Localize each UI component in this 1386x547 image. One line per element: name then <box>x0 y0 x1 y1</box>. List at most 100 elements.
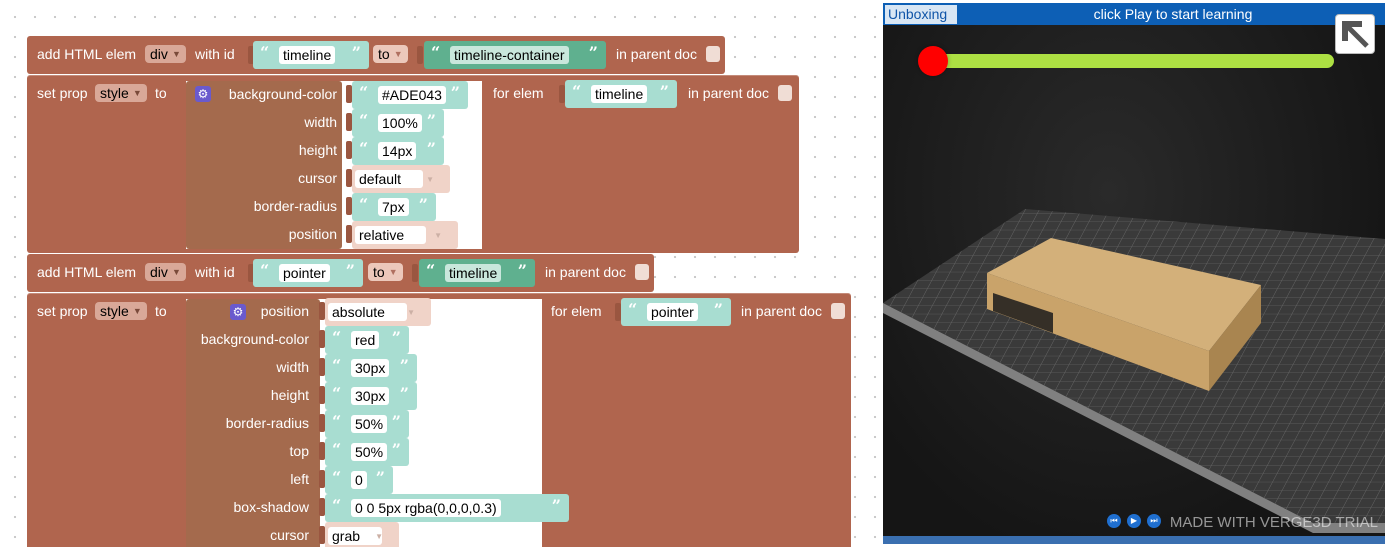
style-value[interactable]: 50% <box>351 443 388 461</box>
close-quote-icon: ” <box>551 496 561 515</box>
play-icon[interactable]: ▶ <box>1127 514 1141 528</box>
close-quote-icon: ” <box>351 43 361 62</box>
style-value-text-block[interactable]: “ 14px ” <box>352 137 444 165</box>
style-value: relative <box>355 226 427 244</box>
parent-id-text-block[interactable]: “ timeline ” <box>419 259 535 287</box>
style-prop-name: border-radius <box>253 198 337 214</box>
add-html-elem-block-pointer[interactable]: add HTML elem div ▼ with id “ pointer ” t… <box>27 254 654 292</box>
to-label: to <box>155 303 167 319</box>
for-elem-label: for elem <box>551 303 602 319</box>
in-parent-doc-label: in parent doc <box>616 46 697 62</box>
style-list-block[interactable]: ⚙ <box>186 81 342 249</box>
style-value[interactable]: 100% <box>378 114 422 132</box>
style-value-text-block[interactable]: “ 30px ” <box>325 382 417 410</box>
style-value[interactable]: red <box>351 331 380 349</box>
parent-id-text-block[interactable]: “ timeline-container ” <box>424 41 606 69</box>
style-value[interactable]: #ADE043 <box>378 86 446 104</box>
parent-id-field[interactable]: timeline-container <box>450 46 569 64</box>
style-value[interactable]: 0 0 5px rgba(0,0,0,0.3) <box>351 499 501 517</box>
elem-field[interactable]: pointer <box>647 303 698 321</box>
style-value-text-block[interactable]: “ 7px ” <box>352 193 436 221</box>
open-quote-icon: “ <box>332 440 342 459</box>
input-connector <box>417 46 423 64</box>
style-prop-name: position <box>260 303 309 319</box>
style-value-dropdown[interactable]: grab ▼ <box>325 522 399 547</box>
tag-dropdown[interactable]: div ▼ <box>145 263 186 281</box>
set-prop-block-pointer[interactable]: set prop style ▼ to ⚙ position absolute ▼ ba… <box>27 293 851 547</box>
to-dropdown[interactable]: to ▼ <box>368 263 403 281</box>
open-quote-icon: “ <box>359 195 369 214</box>
close-quote-icon: ” <box>426 139 436 158</box>
style-value-dropdown[interactable]: default ▼ <box>352 165 450 193</box>
forward-icon[interactable]: ⏭ <box>1147 514 1161 528</box>
tag-dropdown[interactable]: div ▼ <box>145 45 186 63</box>
dropdown-arrow-icon: ▼ <box>388 267 398 277</box>
to-dropdown[interactable]: to ▼ <box>373 45 408 63</box>
id-field[interactable]: timeline <box>279 46 336 64</box>
scene-3d <box>883 209 1385 533</box>
style-prop-name: width <box>304 114 337 130</box>
style-prop-name: height <box>270 387 309 403</box>
style-value-text-block[interactable]: “ 100%” <box>352 109 444 137</box>
verge3d-viewport[interactable]: Unboxing click Play to start learning ⏮ … <box>883 3 1385 544</box>
style-prop-name: background-color <box>200 331 309 347</box>
style-value-dropdown[interactable]: absolute ▼ <box>325 298 431 326</box>
id-text-block[interactable]: “ timeline ” <box>253 41 369 69</box>
style-prop-name: border-radius <box>225 415 309 431</box>
close-quote-icon: ” <box>588 43 598 62</box>
dropdown-arrow-icon: ▼ <box>171 49 181 59</box>
style-value-text-block[interactable]: “ #ADE043” <box>352 81 468 109</box>
input-connector <box>412 264 418 282</box>
style-value-text-block[interactable]: “ 50%” <box>325 410 409 438</box>
bottom-progress-strip <box>883 536 1385 544</box>
open-quote-icon: “ <box>359 139 369 158</box>
style-value-text-block[interactable]: “ 0 ” <box>325 466 393 494</box>
close-quote-icon: ” <box>391 412 401 431</box>
to-value: to <box>378 46 390 62</box>
in-parent-doc-checkbox[interactable] <box>635 264 649 280</box>
style-value[interactable]: 7px <box>378 198 409 216</box>
in-parent-doc-checkbox[interactable] <box>831 303 845 319</box>
style-value[interactable]: 14px <box>378 142 417 160</box>
id-text-block[interactable]: “ pointer ” <box>253 259 363 287</box>
open-quote-icon: “ <box>431 43 441 62</box>
close-quote-icon: ” <box>659 82 669 101</box>
style-value[interactable]: 30px <box>351 359 390 377</box>
style-prop-name: background-color <box>228 86 337 102</box>
in-parent-doc-label: in parent doc <box>688 85 769 101</box>
prop-dropdown[interactable]: style ▼ <box>95 302 147 320</box>
id-field[interactable]: pointer <box>279 264 330 282</box>
watermark: MADE WITH VERGE3D TRIAL <box>1169 514 1378 531</box>
parent-id-field[interactable]: timeline <box>445 264 502 282</box>
block-label: add HTML elem <box>37 264 137 280</box>
elem-text-block[interactable]: “ pointer ” <box>621 298 731 326</box>
in-parent-doc-checkbox[interactable] <box>778 85 792 101</box>
open-quote-icon: “ <box>332 328 342 347</box>
open-quote-icon: “ <box>332 412 342 431</box>
blockly-workspace[interactable]: add HTML elem div ▼ with id “ timeline ” … <box>0 0 880 547</box>
prop-dropdown[interactable]: style ▼ <box>95 84 147 102</box>
to-label: to <box>155 85 167 101</box>
style-value-dropdown[interactable]: relative ▼ <box>352 221 458 249</box>
add-html-elem-block-timeline[interactable]: add HTML elem div ▼ with id “ timeline ” … <box>27 36 725 74</box>
elem-text-block[interactable]: “ timeline ” <box>565 80 677 108</box>
close-quote-icon: ” <box>345 261 355 280</box>
style-value[interactable]: 0 <box>351 471 367 489</box>
dropdown-arrow-icon: ▼ <box>132 306 142 316</box>
close-quote-icon: ” <box>450 83 460 102</box>
style-value[interactable]: 30px <box>351 387 390 405</box>
in-parent-doc-label: in parent doc <box>741 303 822 319</box>
style-value-text-block[interactable]: “ 30px ” <box>325 354 417 382</box>
style-prop-name: cursor <box>270 527 309 543</box>
style-value-text-block[interactable]: “ 50%” <box>325 438 409 466</box>
with-id-label: with id <box>195 46 235 62</box>
style-value[interactable]: 50% <box>351 415 388 433</box>
open-quote-icon: “ <box>260 261 270 280</box>
in-parent-doc-checkbox[interactable] <box>706 46 720 62</box>
style-value-text-block[interactable]: “ 0 0 5px rgba(0,0,0,0.3) ” <box>325 494 569 522</box>
elem-field[interactable]: timeline <box>591 85 648 103</box>
set-prop-block-timeline[interactable]: set prop style ▼ to ⚙ background-color “#A… <box>27 75 799 253</box>
dropdown-arrow-icon: ▼ <box>393 49 403 59</box>
rewind-icon[interactable]: ⏮ <box>1107 514 1121 528</box>
style-value-text-block[interactable]: “ red ” <box>325 326 409 354</box>
